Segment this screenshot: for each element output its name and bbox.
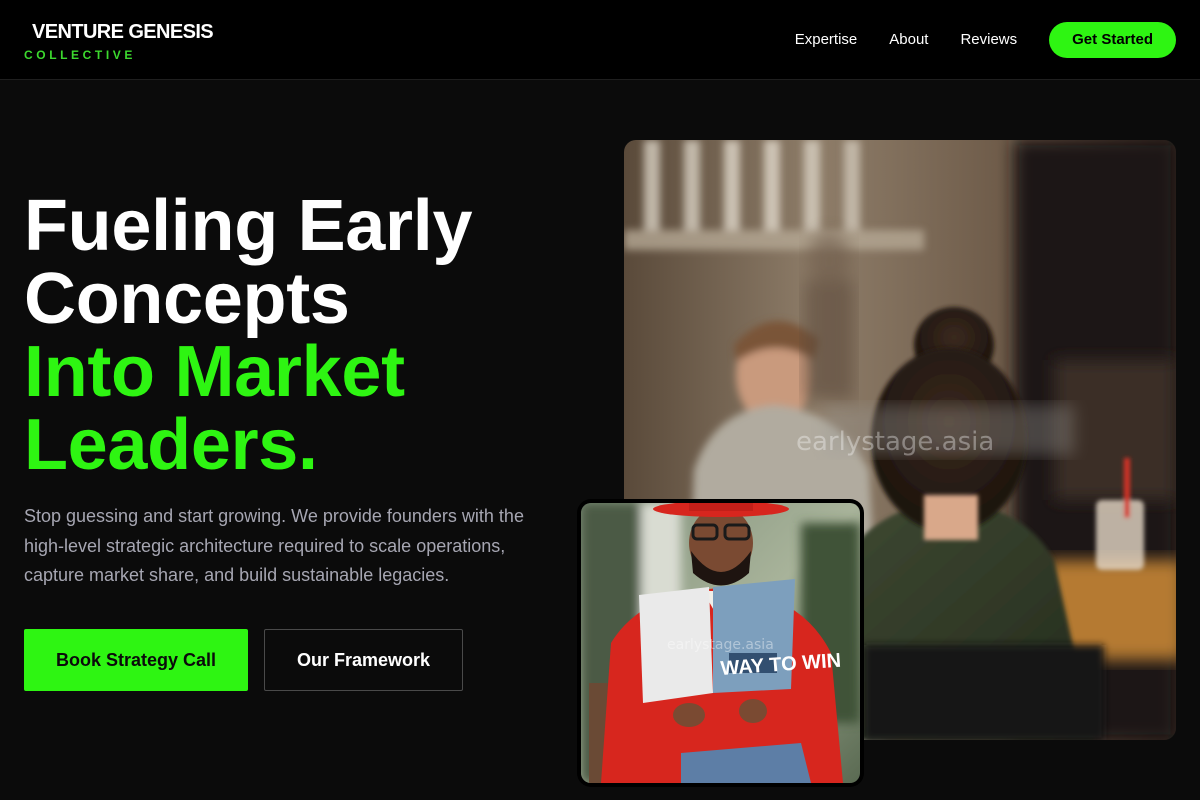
nav-link-about[interactable]: About (889, 22, 928, 58)
main-image-watermark: earlystage.asia (796, 427, 994, 457)
brand-logo[interactable]: VENTURE GENESIS COLLECTIVE (24, 20, 214, 64)
brand-name: VENTURE GENESIS (32, 21, 214, 43)
hero-inset-image: WAY TO WIN earlystage.asia (581, 503, 860, 783)
inset-image-watermark: earlystage.asia (667, 637, 774, 653)
book-strategy-call-button[interactable]: Book Strategy Call (24, 629, 248, 691)
hero-title-line-2: Concepts (24, 259, 350, 339)
top-nav: VENTURE GENESIS COLLECTIVE Expertise Abo… (0, 0, 1200, 80)
nav-link-expertise[interactable]: Expertise (795, 22, 858, 58)
nav-links: Expertise About Reviews Get Started (795, 22, 1176, 58)
hero-inset-image-frame: WAY TO WIN earlystage.asia (577, 499, 864, 787)
hero-title-line-1: Fueling Early (24, 186, 473, 266)
hero-title-accent-line-1: Into Market (24, 332, 405, 412)
hero-description: Stop guessing and start growing. We prov… (24, 506, 524, 585)
nav-link-reviews[interactable]: Reviews (960, 22, 1017, 58)
brand-tagline: COLLECTIVE (24, 48, 137, 62)
our-framework-button[interactable]: Our Framework (264, 629, 463, 691)
get-started-button[interactable]: Get Started (1049, 22, 1176, 58)
hero-title-accent-line-2: Leaders. (24, 405, 318, 485)
man-reading-photo: WAY TO WIN earlystage.asia (581, 503, 860, 783)
hero-title: Fueling Early Concepts Into Market Leade… (24, 190, 584, 482)
